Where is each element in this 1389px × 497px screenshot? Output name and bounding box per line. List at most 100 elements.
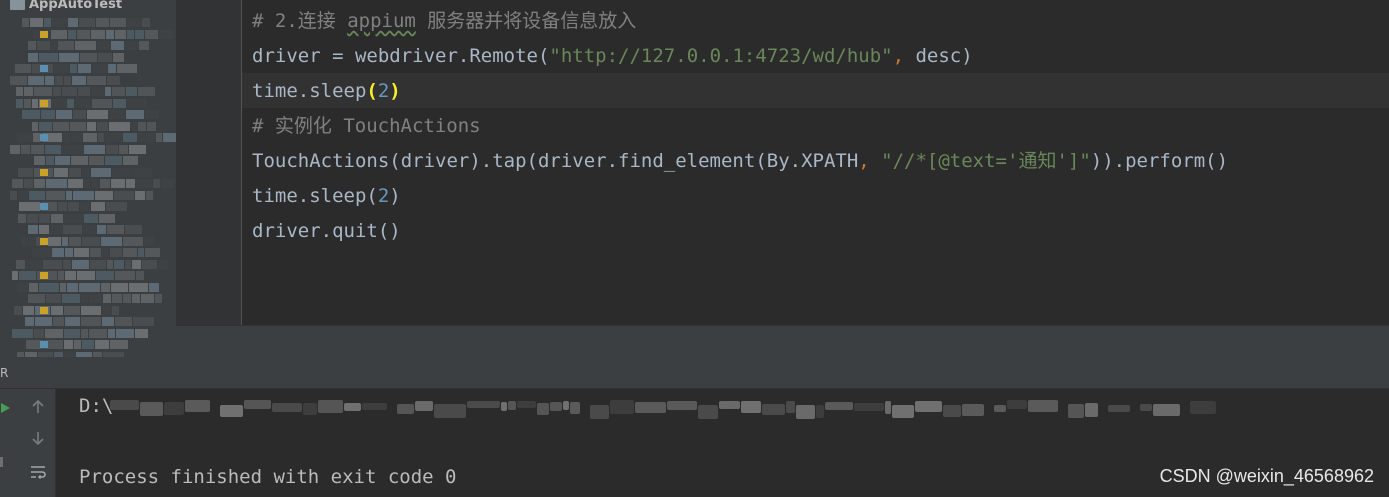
blur-pixel: [31, 144, 44, 154]
blur-pixel: [825, 402, 853, 410]
blur-pixel: [45, 75, 54, 85]
blur-pixel: [32, 121, 38, 131]
blur-pixel: [81, 317, 101, 326]
blur-pixel: [54, 64, 69, 73]
blur-pixel: [142, 259, 157, 269]
blur-pixel: [89, 294, 102, 303]
blur-pixel: [82, 236, 100, 246]
blur-pixel: [158, 259, 168, 269]
blur-pixel: [91, 167, 111, 177]
blur-pixel: [64, 305, 80, 315]
blur-pixel: [29, 190, 45, 200]
blur-pixel: [303, 403, 317, 415]
blur-pixel: [51, 305, 63, 315]
blur-pixel: [53, 317, 64, 326]
blur-pixel: [962, 404, 984, 416]
blur-pixel: [117, 64, 137, 73]
blur-pixel: [72, 133, 82, 142]
blur-pixel: [126, 87, 137, 96]
blur-pixel: [10, 144, 20, 154]
blur-pixel: [16, 87, 23, 96]
blur-pixel: [81, 294, 88, 303]
blur-pixel: [129, 282, 148, 292]
blur-pixel: [10, 75, 27, 85]
blur-pixel: [98, 133, 104, 142]
blur-pixel: [415, 401, 433, 411]
blur-pixel: [45, 144, 61, 154]
blur-pixel: [129, 144, 146, 154]
blur-pixel: [64, 328, 80, 338]
blur-pixel: [28, 225, 38, 234]
file-icon-blurred: [40, 134, 48, 141]
blur-pixel: [786, 401, 795, 413]
blur-pixel: [145, 110, 159, 119]
blur-pixel: [53, 121, 69, 131]
soft-wrap-icon[interactable]: [27, 461, 49, 483]
file-icon-blurred: [40, 272, 48, 279]
code-editor[interactable]: # 2.连接 appium 服务器并将设备信息放入 driver = webdri…: [242, 0, 1389, 325]
blur-pixel: [16, 259, 25, 269]
blur-pixel: [80, 202, 90, 211]
blur-pixel: [29, 282, 38, 292]
blur-pixel: [68, 18, 78, 27]
stop-icon[interactable]: [0, 451, 14, 473]
blur-pixel: [32, 248, 51, 257]
blur-pixel: [30, 18, 43, 27]
run-tab-label[interactable]: R: [0, 366, 8, 380]
blur-pixel: [39, 52, 58, 62]
blur-pixel: [1068, 404, 1084, 418]
blur-pixel: [45, 328, 63, 338]
blur-pixel: [138, 87, 155, 96]
editor-gutter: [176, 0, 242, 325]
blur-pixel: [91, 202, 105, 211]
blur-pixel: [18, 190, 28, 200]
blur-pixel: [102, 248, 109, 257]
run-toolbar: [0, 389, 56, 497]
down-arrow-icon[interactable]: [27, 427, 49, 449]
blur-pixel: [127, 29, 134, 39]
code-token: 2: [377, 80, 390, 102]
blur-pixel: [467, 401, 500, 408]
project-name: AppAutoTest: [29, 0, 123, 12]
code-token: 2: [377, 185, 390, 207]
blur-pixel: [64, 340, 73, 349]
watermark: CSDN @weixin_46568962: [1159, 466, 1374, 486]
blur-pixel: [163, 133, 176, 142]
blur-pixel: [37, 41, 50, 50]
blur-pixel: [25, 317, 34, 326]
blur-pixel: [80, 52, 97, 62]
blur-pixel: [46, 190, 65, 200]
blur-pixel: [501, 402, 507, 411]
blur-pixel: [105, 133, 122, 142]
blur-pixel: [123, 248, 137, 257]
blur-pixel: [816, 405, 824, 418]
blur-pixel: [570, 402, 580, 414]
blur-pixel: [135, 190, 145, 200]
blur-pixel: [67, 98, 74, 108]
blur-pixel: [147, 121, 156, 131]
blur-pixel: [146, 133, 155, 142]
blur-pixel: [112, 87, 125, 96]
code-line: time.sleep(2): [252, 179, 401, 214]
code-token: 服务器并将设备信息放入: [415, 10, 637, 32]
project-root[interactable]: AppAutoTest: [0, 0, 176, 12]
blur-pixel: [92, 64, 107, 73]
blur-pixel: [362, 403, 387, 410]
console-line-command: D:\: [79, 395, 114, 417]
blur-pixel: [28, 41, 36, 50]
blur-pixel: [62, 236, 68, 246]
blur-pixel: [19, 202, 40, 211]
blur-pixel: [75, 41, 96, 50]
blur-pixel: [107, 75, 120, 85]
blur-pixel: [1153, 404, 1180, 416]
blur-pixel: [892, 405, 914, 418]
blur-pixel: [22, 110, 40, 119]
blur-pixel: [16, 98, 23, 108]
blur-pixel: [550, 402, 562, 411]
blur-pixel: [41, 110, 55, 119]
run-icon[interactable]: [0, 397, 16, 419]
blur-pixel: [719, 401, 740, 409]
up-arrow-icon[interactable]: [27, 396, 49, 418]
blur-pixel: [62, 87, 77, 96]
